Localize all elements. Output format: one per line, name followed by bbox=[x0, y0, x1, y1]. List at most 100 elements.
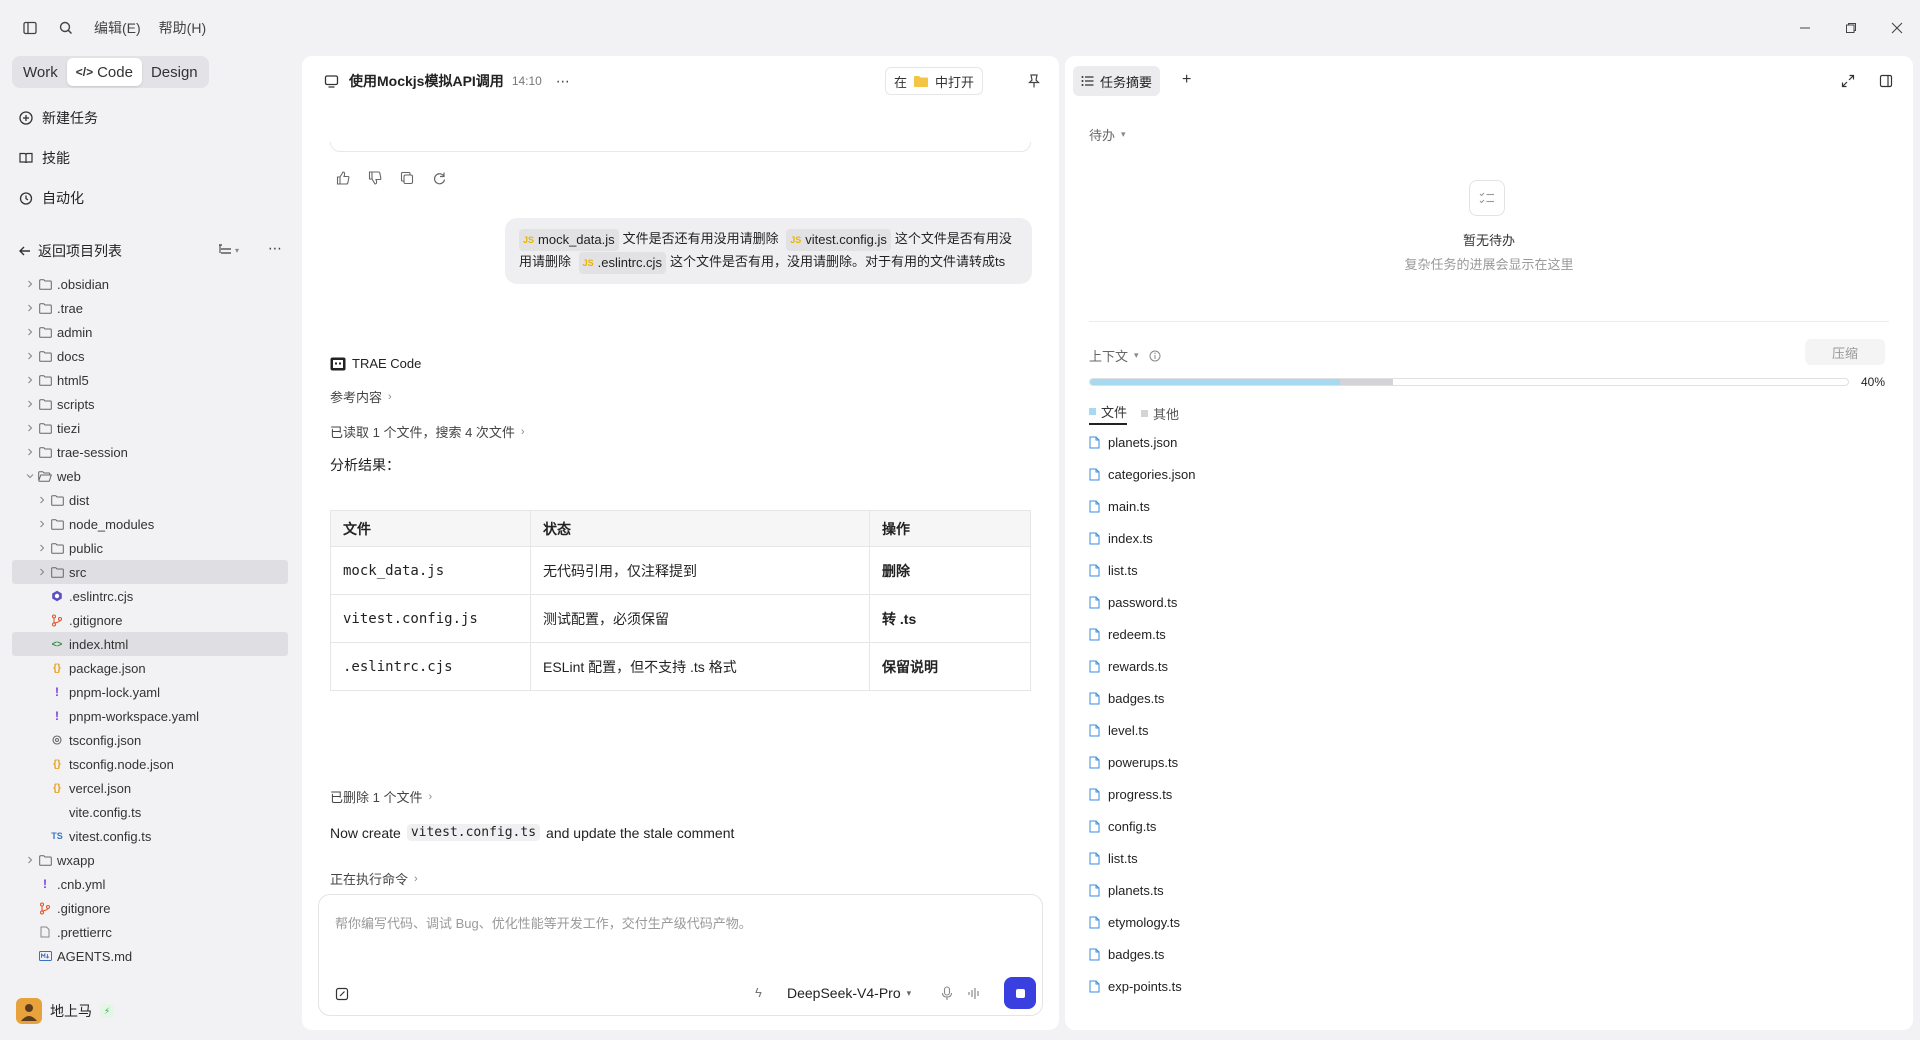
tree-folder[interactable]: scripts bbox=[12, 392, 288, 416]
panel-layout-icon[interactable] bbox=[1879, 74, 1893, 88]
voice-wave-icon[interactable] bbox=[967, 987, 981, 1000]
tree-folder[interactable]: docs bbox=[12, 344, 288, 368]
context-file-item[interactable]: rewards.ts bbox=[1089, 650, 1195, 682]
tree-file[interactable]: AGENTS.md bbox=[12, 944, 288, 968]
tree-file[interactable]: vite.config.ts bbox=[12, 800, 288, 824]
executing-command-toggle[interactable]: 正在执行命令 › bbox=[330, 869, 418, 888]
tree-folder[interactable]: node_modules bbox=[12, 512, 288, 536]
tree-file[interactable]: ! pnpm-workspace.yaml bbox=[12, 704, 288, 728]
context-file-item[interactable]: redeem.ts bbox=[1089, 618, 1195, 650]
tab-task-summary[interactable]: 任务摘要 bbox=[1073, 66, 1161, 96]
mode-code[interactable]: </> Code bbox=[66, 58, 142, 86]
chat-input-placeholder[interactable]: 帮你编写代码、调试 Bug、优化性能等开发工作，交付生产级代码产物。 bbox=[335, 913, 752, 932]
back-arrow-icon[interactable] bbox=[18, 244, 32, 258]
copy-icon[interactable] bbox=[400, 171, 414, 185]
model-selector[interactable]: DeepSeek-V4-Pro ▾ bbox=[787, 985, 911, 1001]
tree-folder[interactable]: public bbox=[12, 536, 288, 560]
tree-file[interactable]: {} package.json bbox=[12, 656, 288, 680]
context-file-item[interactable]: main.ts bbox=[1089, 490, 1195, 522]
chevron-right-icon[interactable] bbox=[24, 280, 36, 288]
thumbs-down-icon[interactable] bbox=[368, 171, 382, 185]
toggle-sidebar-icon[interactable] bbox=[12, 10, 48, 46]
tree-folder[interactable]: .obsidian bbox=[12, 272, 288, 296]
file-chip[interactable]: JS .eslintrc.cjs bbox=[578, 252, 666, 274]
add-tab-icon[interactable]: + bbox=[1182, 71, 1191, 89]
tree-folder[interactable]: .trae bbox=[12, 296, 288, 320]
tree-folder[interactable]: tiezi bbox=[12, 416, 288, 440]
chevron-right-icon[interactable] bbox=[36, 568, 48, 576]
mode-design[interactable]: Design bbox=[142, 58, 207, 86]
chevron-right-icon[interactable] bbox=[36, 520, 48, 528]
reference-content-toggle[interactable]: 参考内容 › bbox=[330, 387, 392, 406]
read-files-toggle[interactable]: 已读取 1 个文件，搜索 4 次文件 › bbox=[330, 422, 525, 441]
context-file-item[interactable]: index.ts bbox=[1089, 522, 1195, 554]
tree-file[interactable]: .gitignore bbox=[12, 608, 288, 632]
search-icon[interactable] bbox=[48, 10, 84, 46]
deleted-files-toggle[interactable]: 已删除 1 个文件 › bbox=[330, 787, 432, 806]
context-file-item[interactable]: badges.ts bbox=[1089, 938, 1195, 970]
tree-view-options-icon[interactable]: ▾ bbox=[218, 243, 239, 257]
context-file-item[interactable]: categories.json bbox=[1089, 458, 1195, 490]
context-file-item[interactable]: badges.ts bbox=[1089, 682, 1195, 714]
tree-folder[interactable]: trae-session bbox=[12, 440, 288, 464]
context-file-item[interactable]: progress.ts bbox=[1089, 778, 1195, 810]
file-chip[interactable]: JS vitest.config.js bbox=[786, 229, 891, 251]
context-file-item[interactable]: config.ts bbox=[1089, 810, 1195, 842]
tree-folder[interactable]: web bbox=[12, 464, 288, 488]
nav-new-task[interactable]: 新建任务 bbox=[18, 106, 98, 130]
todo-dropdown[interactable]: 待办 ▾ bbox=[1089, 125, 1126, 144]
context-file-item[interactable]: powerups.ts bbox=[1089, 746, 1195, 778]
nav-skills[interactable]: 技能 bbox=[18, 146, 70, 170]
context-file-item[interactable]: list.ts bbox=[1089, 554, 1195, 586]
user-profile[interactable]: 地上马 ⚡ bbox=[16, 998, 114, 1024]
minimize-icon[interactable] bbox=[1782, 0, 1828, 56]
chevron-right-icon[interactable] bbox=[24, 448, 36, 456]
context-file-item[interactable]: level.ts bbox=[1089, 714, 1195, 746]
tree-file[interactable]: .eslintrc.cjs bbox=[12, 584, 288, 608]
tree-file[interactable]: tsconfig.json bbox=[12, 728, 288, 752]
menu-help[interactable]: 帮助(H) bbox=[159, 18, 206, 38]
edit-note-icon[interactable] bbox=[335, 987, 349, 1001]
more-options-icon[interactable]: ⋯ bbox=[268, 240, 283, 257]
chevron-right-icon[interactable] bbox=[24, 304, 36, 312]
mode-work[interactable]: Work bbox=[14, 58, 67, 86]
info-icon[interactable] bbox=[1149, 350, 1161, 362]
back-to-projects-label[interactable]: 返回项目列表 bbox=[38, 241, 122, 261]
chevron-right-icon[interactable] bbox=[24, 328, 36, 336]
pin-icon[interactable] bbox=[1027, 73, 1041, 89]
chevron-right-icon[interactable] bbox=[24, 352, 36, 360]
chevron-right-icon[interactable] bbox=[24, 424, 36, 432]
context-file-item[interactable]: list.ts bbox=[1089, 842, 1195, 874]
context-file-item[interactable]: etymology.ts bbox=[1089, 906, 1195, 938]
tree-file[interactable]: {} vercel.json bbox=[12, 776, 288, 800]
tree-file[interactable]: ! pnpm-lock.yaml bbox=[12, 680, 288, 704]
chevron-right-icon[interactable] bbox=[36, 496, 48, 504]
close-icon[interactable] bbox=[1874, 0, 1920, 56]
tree-file[interactable]: <> index.html bbox=[12, 632, 288, 656]
legend-other[interactable]: 其他 bbox=[1141, 402, 1179, 425]
chevron-right-icon[interactable] bbox=[24, 376, 36, 384]
chat-more-icon[interactable]: ⋯ bbox=[556, 73, 570, 90]
chevron-right-icon[interactable] bbox=[24, 400, 36, 408]
tree-file[interactable]: {} tsconfig.node.json bbox=[12, 752, 288, 776]
tree-folder[interactable]: admin bbox=[12, 320, 288, 344]
expand-icon[interactable] bbox=[1841, 74, 1855, 88]
file-chip[interactable]: JS mock_data.js bbox=[519, 229, 619, 251]
tree-file[interactable]: .prettierrc bbox=[12, 920, 288, 944]
compress-button[interactable]: 压缩 bbox=[1805, 339, 1885, 365]
legend-files[interactable]: 文件 bbox=[1089, 402, 1128, 425]
context-file-item[interactable]: planets.ts bbox=[1089, 874, 1195, 906]
tree-file[interactable]: ! .cnb.yml bbox=[12, 872, 288, 896]
tree-folder[interactable]: src bbox=[12, 560, 288, 584]
chevron-right-icon[interactable] bbox=[24, 856, 36, 864]
chevron-down-icon[interactable] bbox=[24, 472, 36, 480]
context-file-item[interactable]: password.ts bbox=[1089, 586, 1195, 618]
tree-file[interactable]: TS vitest.config.ts bbox=[12, 824, 288, 848]
thumbs-up-icon[interactable] bbox=[336, 171, 350, 185]
stop-button[interactable] bbox=[1004, 977, 1036, 1009]
open-in-folder-button[interactable]: 在 中打开 bbox=[884, 67, 983, 95]
microphone-icon[interactable] bbox=[941, 986, 953, 1001]
context-dropdown[interactable]: 上下文 ▾ bbox=[1089, 346, 1161, 365]
restore-icon[interactable] bbox=[1828, 0, 1874, 56]
nav-automation[interactable]: 自动化 bbox=[18, 186, 84, 210]
